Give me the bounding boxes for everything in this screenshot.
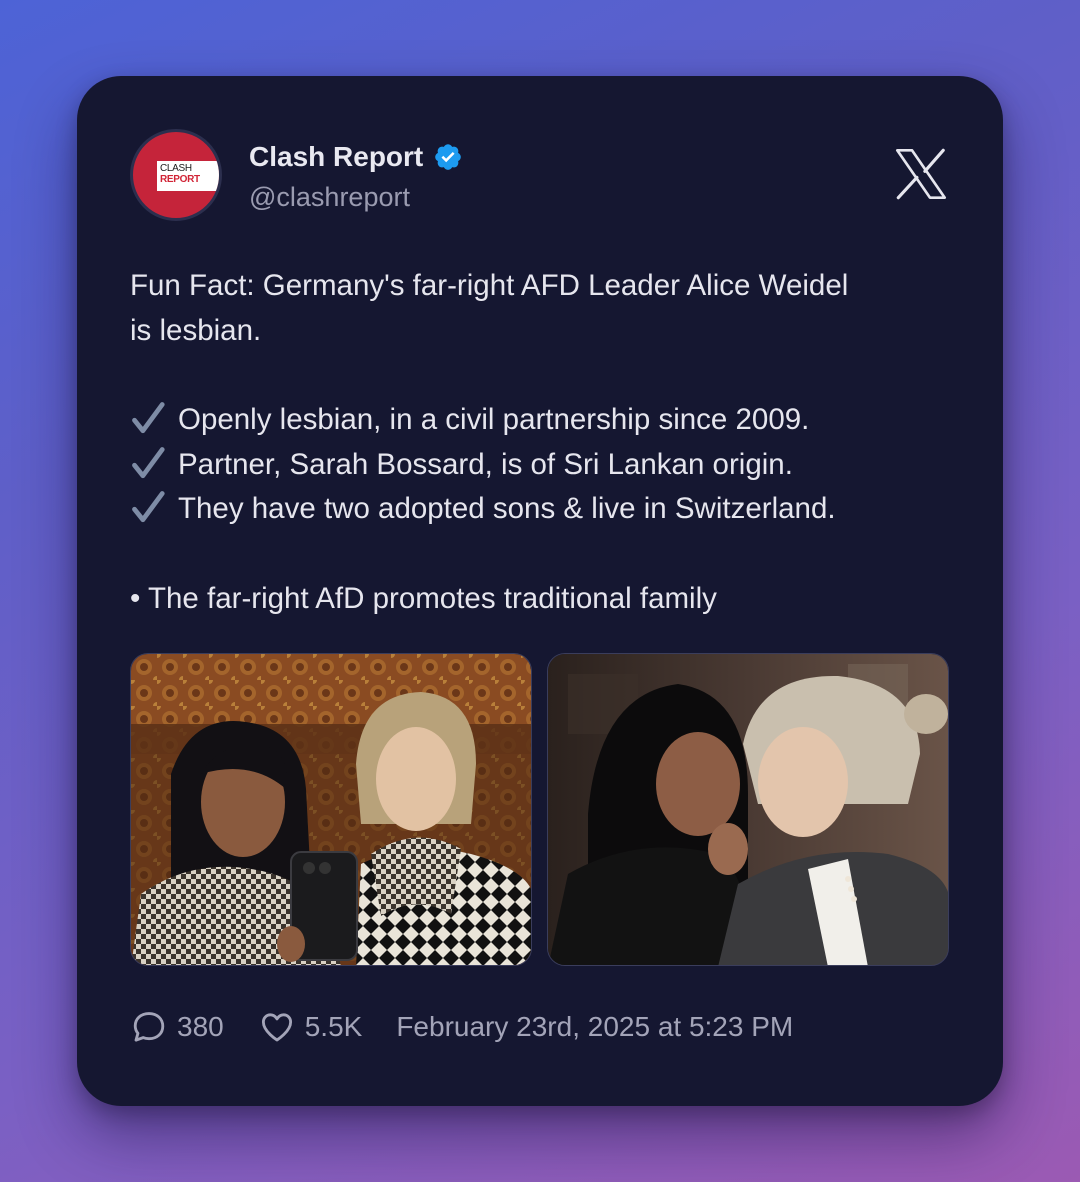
tweet-body: Fun Fact: Germany's far-right AFD Leader… [130, 264, 970, 621]
bullet-item: Partner, Sarah Bossard, is of Sri Lankan… [130, 443, 970, 488]
check-mark-icon [132, 446, 165, 478]
tweet-card: CLASH REPORT Clash Report @clashreport F… [77, 76, 1003, 1106]
verified-badge-icon [435, 144, 462, 170]
heart-icon[interactable] [258, 1008, 296, 1046]
tweet-line: Fun Fact: Germany's far-right AFD Leader… [130, 269, 849, 302]
x-logo-icon[interactable] [892, 144, 950, 204]
tweet-closing-line: • The far-right AfD promotes traditional… [130, 581, 717, 615]
photo-selfie[interactable] [130, 653, 532, 966]
check-mark-icon [132, 491, 165, 523]
logo-text-clash: CLASH [160, 163, 192, 174]
bullet-text: Partner, Sarah Bossard, is of Sri Lankan… [178, 447, 793, 481]
bullet-item: They have two adopted sons & live in Swi… [130, 487, 970, 532]
author-avatar[interactable]: CLASH REPORT [130, 129, 222, 221]
like-action[interactable]: 5.5K [258, 1008, 363, 1046]
logo-text-report: REPORT [160, 174, 200, 185]
check-mark-icon [132, 402, 165, 434]
clash-report-logo: CLASH REPORT [157, 161, 219, 191]
reply-count: 380 [177, 1011, 224, 1042]
like-count: 5.5K [304, 1011, 363, 1042]
author-handle[interactable]: @clashreport [249, 182, 410, 213]
author-name-row: Clash Report [249, 141, 463, 173]
bullet-item: Openly lesbian, in a civil partnership s… [130, 398, 970, 443]
tweet-line: is lesbian. [130, 313, 262, 347]
tweet-timestamp[interactable]: February 23rd, 2025 at 5:23 PM [396, 1011, 793, 1043]
author-name[interactable]: Clash Report [249, 141, 423, 173]
bullet-text: They have two adopted sons & live in Swi… [178, 492, 836, 525]
tweet-footer: 380 5.5K February 23rd, 2025 at 5:23 PM [130, 1008, 793, 1046]
comment-bubble-icon[interactable] [130, 1008, 168, 1046]
photo-event[interactable] [547, 653, 949, 966]
bullet-text: Openly lesbian, in a civil partnership s… [178, 403, 810, 436]
